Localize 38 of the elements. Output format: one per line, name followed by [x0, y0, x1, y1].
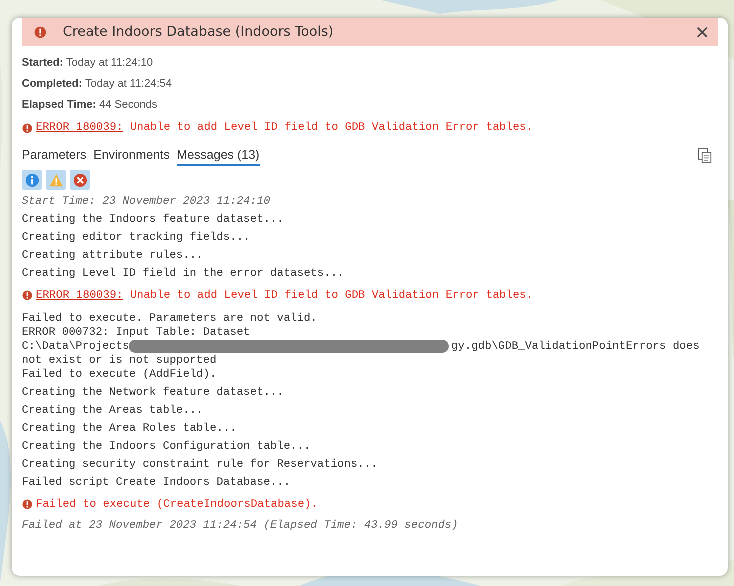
- message-line: Creating attribute rules...: [22, 248, 204, 264]
- error-icon: [22, 122, 33, 134]
- error-code-link[interactable]: ERROR 180039:: [36, 122, 124, 134]
- message-line: C:\Data\Projects: [22, 340, 130, 354]
- message-line: Creating editor tracking fields...: [22, 230, 252, 246]
- message-line: Failed to execute. Parameters are not valid.: [22, 312, 318, 326]
- dialog-title: Create Indoors Database (Indoors Tools): [63, 24, 335, 40]
- info-filter-button[interactable]: [22, 170, 42, 190]
- tab[interactable]: Parameters: [22, 146, 87, 166]
- summary-line: Completed: Today at 11:24:54: [22, 77, 173, 92]
- error-message: Unable to add Level ID field to GDB Validation Error tables.: [130, 122, 534, 134]
- message-line: Creating the Indoors Configuration table...: [22, 440, 312, 455]
- tab[interactable]: Messages (13): [177, 146, 260, 166]
- message-line: Creating the Indoors feature dataset...: [22, 212, 285, 228]
- error-message: Unable to add Level ID field to GDB Validation Error tables.: [130, 290, 534, 302]
- message-line: Creating the Area Roles table...: [22, 422, 238, 437]
- message-line: not exist or is not supported: [22, 354, 217, 368]
- message-line: gy.gdb\GDB_ValidationPointErrors does: [451, 340, 700, 354]
- message-line: Start Time: 23 November 2023 11:24:10: [22, 194, 272, 210]
- error-message: Failed to execute (CreateIndoorsDatabase).: [36, 498, 318, 510]
- error-icon: [22, 499, 33, 510]
- message-line: Creating security constraint rule for Reservations...: [22, 458, 379, 473]
- error-code-link[interactable]: ERROR 180039:: [36, 290, 124, 302]
- message-line: Failed at 23 November 2023 11:24:54 (Elapsed Time: 43.99 seconds): [22, 518, 460, 534]
- message-line: Creating the Network feature dataset...: [22, 386, 285, 401]
- message-line: Failed to execute (AddField).: [22, 368, 217, 382]
- message-line: Creating Level ID field in the error datasets...: [22, 266, 346, 282]
- error-filter-button[interactable]: [70, 170, 90, 190]
- message-line: ERROR 000732: Input Table: Dataset: [22, 326, 250, 340]
- message-line: Failed script Create Indoors Database...: [22, 476, 292, 491]
- tab[interactable]: Environments: [94, 146, 170, 166]
- copy-icon[interactable]: [698, 148, 712, 164]
- error-icon: [22, 290, 33, 301]
- error-icon: [34, 26, 47, 38]
- close-icon[interactable]: [697, 26, 708, 38]
- message-line: Creating the Areas table...: [22, 404, 204, 419]
- summary-line: Started: Today at 11:24:10: [22, 56, 154, 71]
- summary-line: Elapsed Time: 44 Seconds: [22, 98, 159, 113]
